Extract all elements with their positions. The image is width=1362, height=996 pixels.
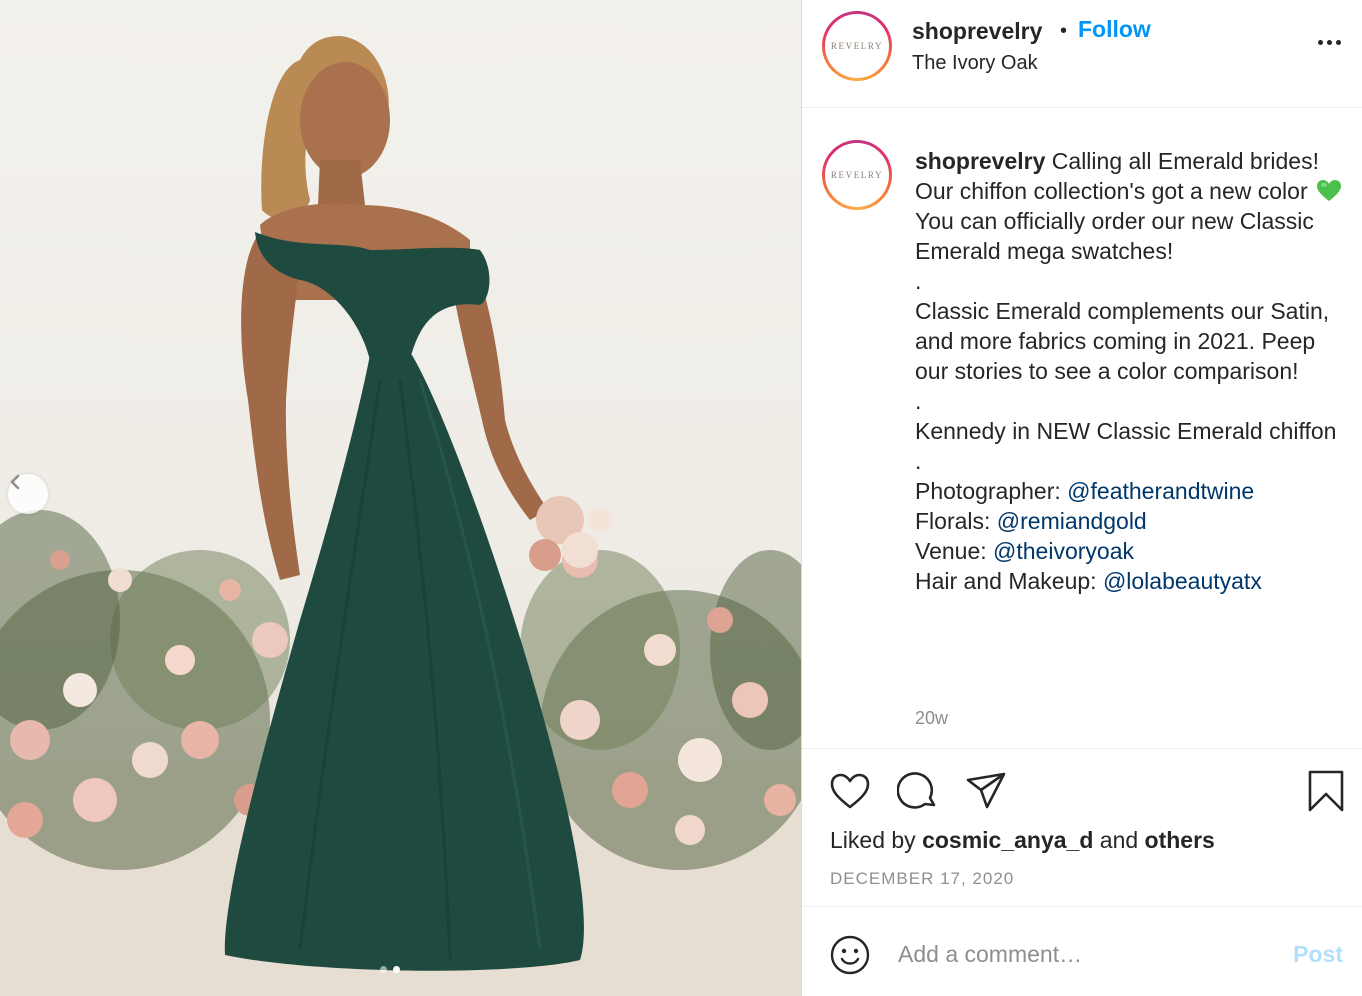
share-button[interactable] bbox=[964, 769, 1008, 813]
credit-line: Florals: @remiandgold bbox=[915, 508, 1147, 534]
post-comment-button[interactable]: Post bbox=[1293, 941, 1343, 968]
emoji-button[interactable] bbox=[828, 933, 872, 977]
post-side-panel: REVELRY shoprevelry • Follow The Ivory O… bbox=[801, 0, 1362, 996]
credit-line: Photographer: @featherandtwine bbox=[915, 478, 1255, 504]
comment-input[interactable] bbox=[898, 939, 1268, 969]
bookmark-icon bbox=[1308, 770, 1344, 812]
comment-icon bbox=[897, 772, 936, 809]
mention-link[interactable]: @lolabeautyatx bbox=[1103, 568, 1262, 594]
caption-dot: . bbox=[915, 268, 922, 294]
paper-plane-icon bbox=[966, 772, 1006, 809]
carousel-indicator bbox=[380, 966, 400, 973]
heart-icon bbox=[830, 773, 870, 809]
mention-link[interactable]: @featherandtwine bbox=[1067, 478, 1254, 504]
carousel-prev-button[interactable] bbox=[8, 474, 48, 514]
time-ago[interactable]: 20w bbox=[915, 708, 948, 729]
green-heart-emoji-icon bbox=[1317, 180, 1342, 201]
post-photo[interactable] bbox=[0, 0, 801, 996]
avatar[interactable]: REVELRY bbox=[822, 11, 892, 81]
caption-username[interactable]: shoprevelry bbox=[915, 148, 1045, 174]
separator-dot: • bbox=[1060, 20, 1068, 42]
comment-bar: Post bbox=[802, 906, 1362, 996]
caption-avatar[interactable]: REVELRY bbox=[822, 140, 892, 210]
caption-area: REVELRY shoprevelry Calling all Emerald … bbox=[802, 108, 1362, 748]
follow-button[interactable]: Follow bbox=[1078, 16, 1151, 43]
mention-link[interactable]: @remiandgold bbox=[997, 508, 1147, 534]
location-link[interactable]: The Ivory Oak bbox=[912, 52, 1038, 75]
liked-by-others-link[interactable]: others bbox=[1145, 827, 1215, 853]
chevron-left-icon bbox=[10, 474, 20, 490]
post-date[interactable]: DECEMBER 17, 2020 bbox=[830, 869, 1014, 889]
caption-paragraph: Kennedy in NEW Classic Emerald chiffon bbox=[915, 418, 1337, 444]
carousel-dot bbox=[380, 966, 387, 973]
carousel-dot-active bbox=[393, 966, 400, 973]
liked-by-user-link[interactable]: cosmic_anya_d bbox=[922, 827, 1093, 853]
caption-intro-cont: You can officially order our new Classic… bbox=[915, 208, 1314, 264]
avatar-logo: REVELRY bbox=[830, 41, 884, 51]
caption-dot: . bbox=[915, 388, 922, 414]
credit-line: Hair and Makeup: @lolabeautyatx bbox=[915, 568, 1262, 594]
avatar-logo: REVELRY bbox=[830, 170, 884, 180]
caption-dot: . bbox=[915, 448, 922, 474]
liked-by-text: Liked by cosmic_anya_d and others bbox=[830, 827, 1215, 853]
caption-text: shoprevelry Calling all Emerald brides! … bbox=[915, 146, 1345, 596]
smiley-icon bbox=[830, 935, 870, 975]
credit-line: Venue: @theivoryoak bbox=[915, 538, 1134, 564]
more-options-icon[interactable] bbox=[1318, 40, 1341, 45]
comment-button[interactable] bbox=[896, 769, 940, 813]
header-username[interactable]: shoprevelry bbox=[912, 18, 1042, 45]
like-button[interactable] bbox=[828, 769, 872, 813]
post-photo-illustration bbox=[0, 36, 801, 996]
caption-paragraph: Classic Emerald complements our Satin, a… bbox=[915, 298, 1330, 384]
post-actions: Liked by cosmic_anya_d and others DECEMB… bbox=[802, 748, 1362, 906]
mention-link[interactable]: @theivoryoak bbox=[993, 538, 1134, 564]
post-header: REVELRY shoprevelry • Follow The Ivory O… bbox=[802, 0, 1362, 108]
save-button[interactable] bbox=[1304, 769, 1348, 813]
